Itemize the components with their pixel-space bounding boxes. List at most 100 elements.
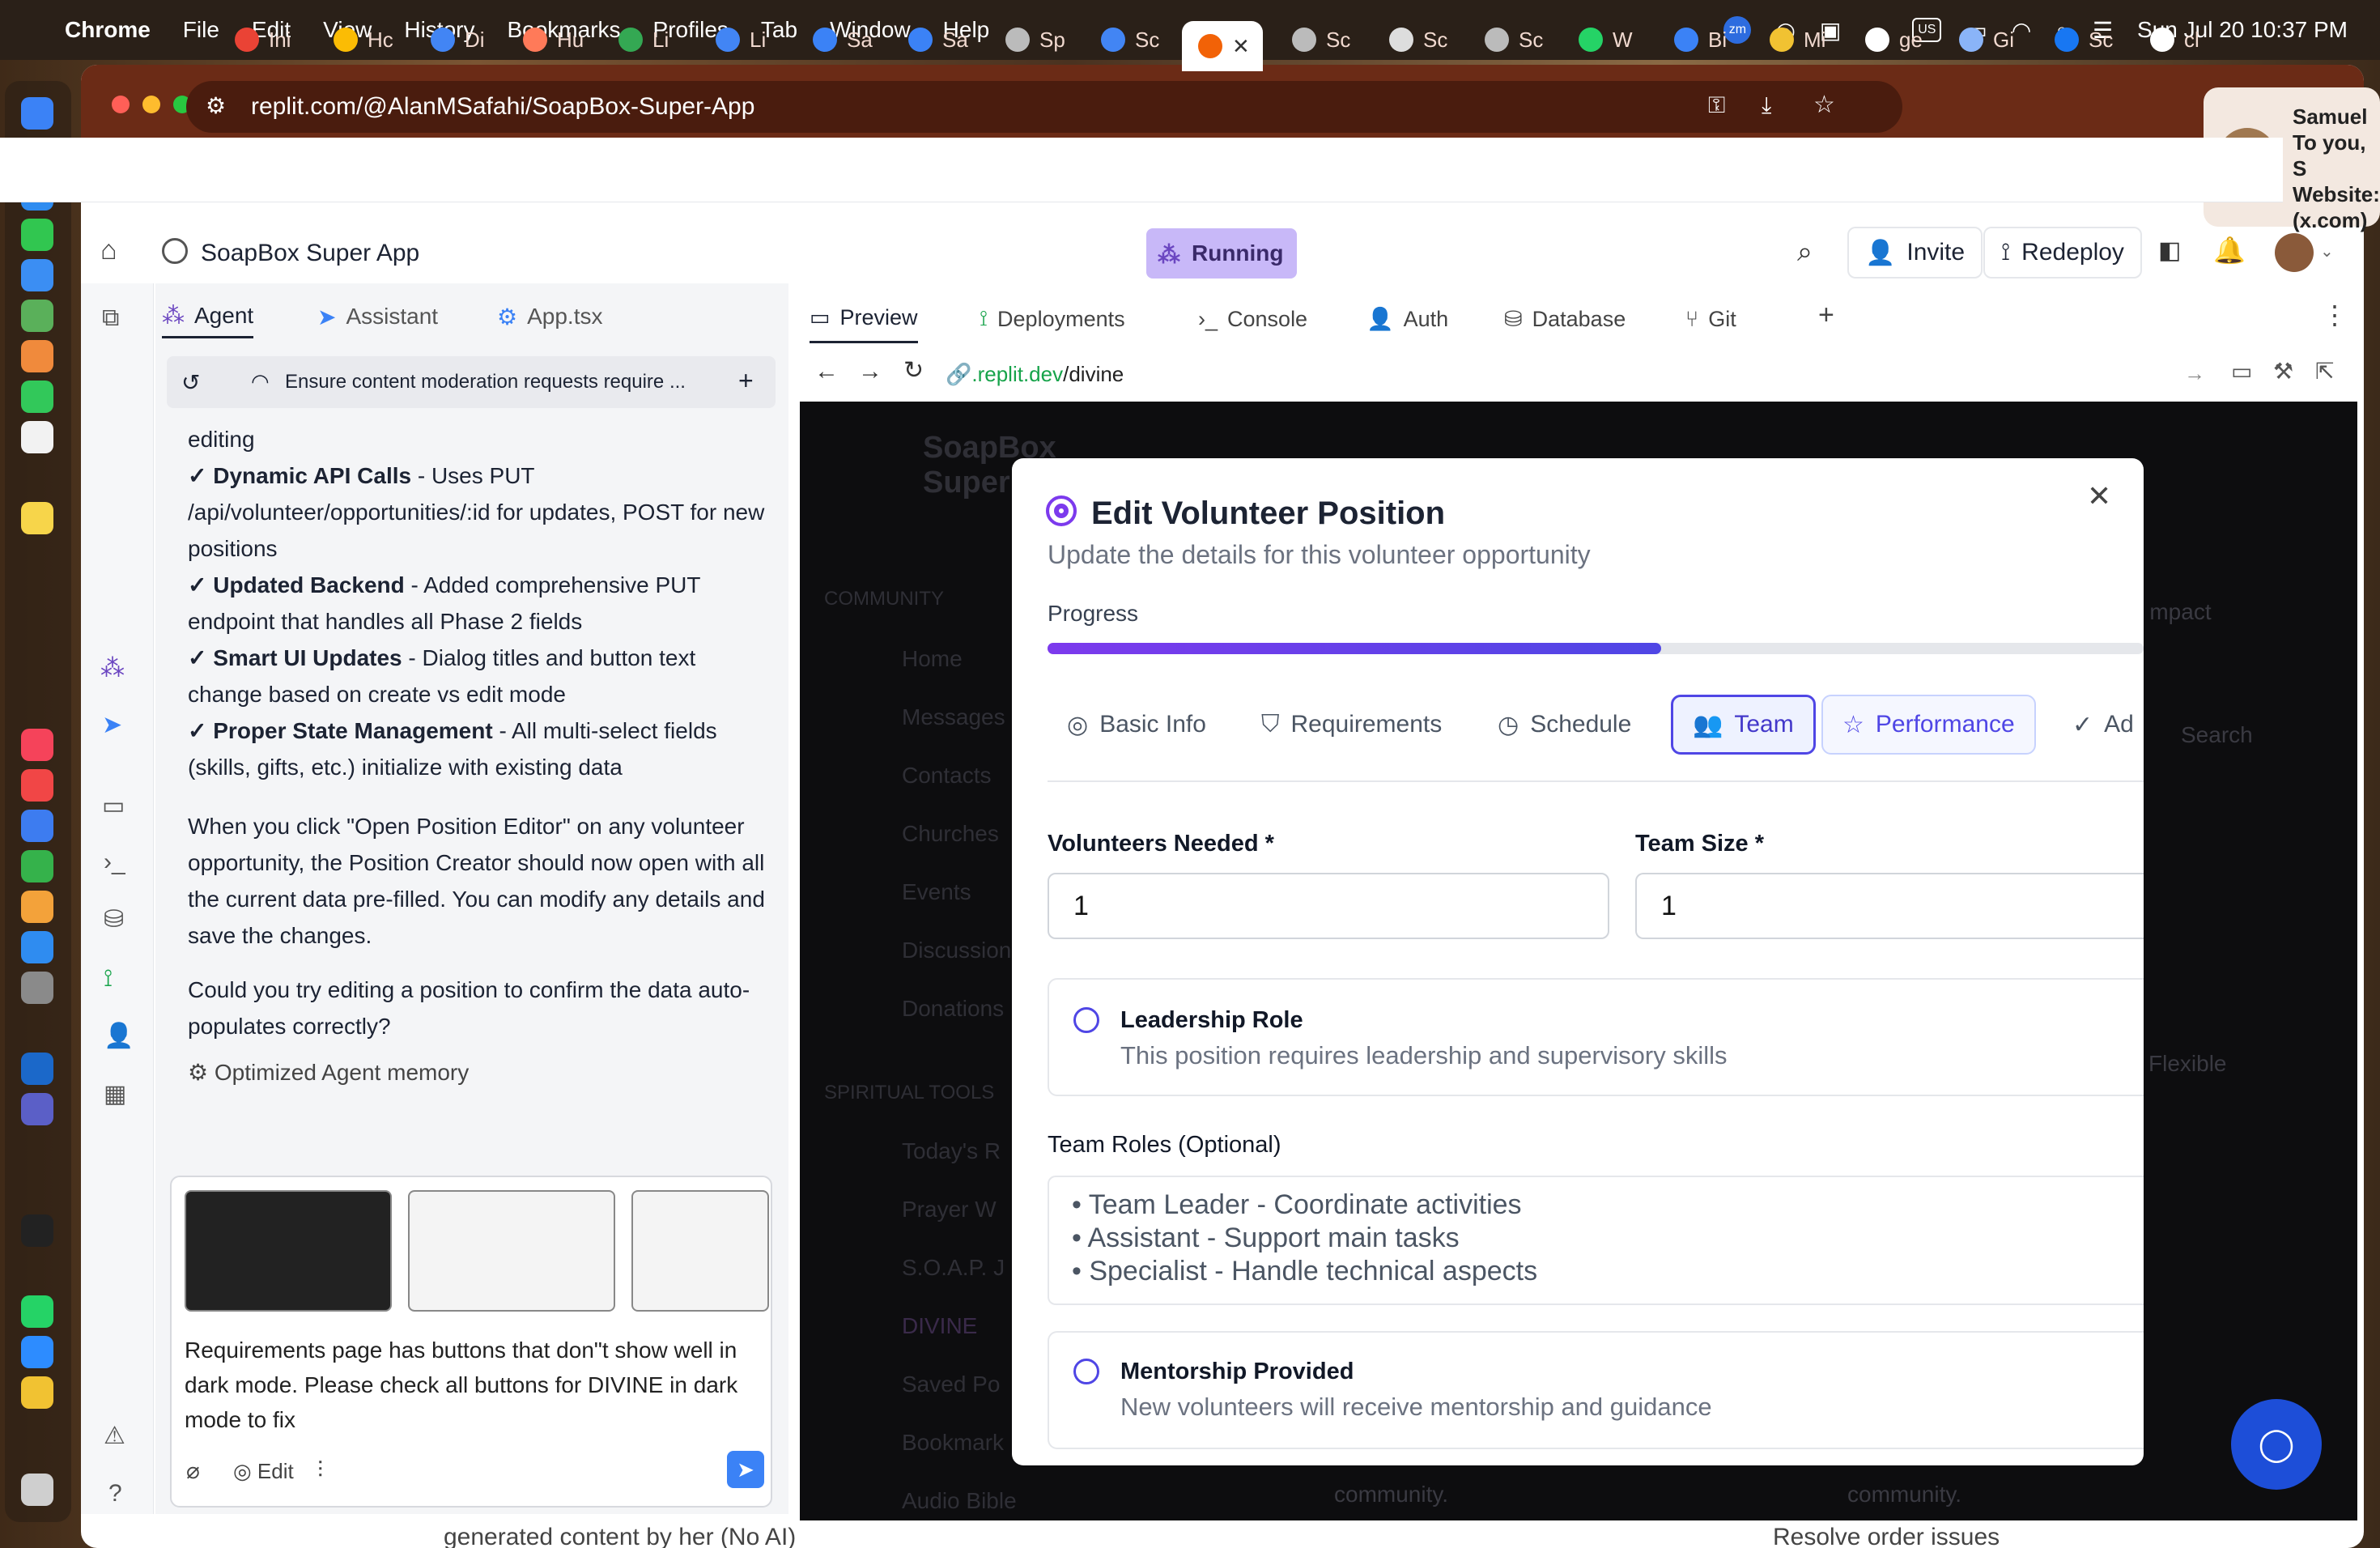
preview-reload-icon[interactable]: ↻ [903,356,924,385]
browser-tab[interactable]: Di [431,19,485,60]
browser-tab[interactable]: Li [716,19,766,60]
redeploy-button[interactable]: ⟟ Redeploy [1983,227,2142,279]
tab-deployments[interactable]: ⟟ Deployments [980,295,1125,343]
history-icon[interactable]: ↺ [181,369,200,396]
tab-git[interactable]: ⑂ Git [1685,295,1736,343]
keynote-icon[interactable] [21,810,53,842]
edit-mode-button[interactable]: ◎ Edit [233,1459,294,1484]
messages-icon[interactable] [21,219,53,251]
facetime-icon[interactable] [21,381,53,413]
news-icon[interactable] [21,769,53,802]
close-tab-icon[interactable]: ✕ [1232,34,1250,59]
tab-auth[interactable]: 👤 Auth [1366,295,1448,343]
tab-team[interactable]: 👥 Team [1671,695,1816,755]
browser-tab[interactable]: ge [1865,19,1923,60]
browser-tab[interactable]: Sc [2055,19,2113,60]
browser-tab[interactable]: cl [2150,19,2199,60]
tab-performance[interactable]: ☆ Performance [1821,695,2036,755]
search-icon[interactable]: ⌕ [1797,236,1813,268]
zoom-icon[interactable]: zm [1723,16,1752,44]
new-task-icon[interactable]: + [738,366,754,396]
finder-icon[interactable] [21,97,53,130]
whatsapp-icon[interactable] [21,1295,53,1328]
browser-tab[interactable]: W [1579,19,1633,60]
browser-tab[interactable]: Hc [334,19,393,60]
browser-tab[interactable]: Sa [813,19,873,60]
tab-agent[interactable]: ⁂ Agent [162,295,254,338]
preview-rail-icon[interactable]: ▭ [102,792,125,820]
chat-bubble-button[interactable]: ◯ [2231,1399,2322,1490]
outlook-dock-icon[interactable] [21,1053,53,1085]
leadership-role-option[interactable]: Leadership Role This position requires l… [1048,978,2144,1096]
browser-tab[interactable]: Mi [1770,19,1825,60]
more-options-icon[interactable]: ⋮ [2322,300,2348,330]
preview-forward-icon[interactable]: → [858,358,882,385]
multiplayer-icon[interactable]: ◧ [2158,236,2181,265]
menu-app-name[interactable]: Chrome [65,17,151,43]
install-icon[interactable]: ⤓ [1762,92,1771,119]
browser-tab[interactable]: Sp [1005,19,1065,60]
auth-rail-icon[interactable]: 👤 [104,1022,134,1050]
user-avatar[interactable] [2275,233,2314,272]
browser-tab[interactable]: Bi [1674,19,1727,60]
trash-icon[interactable] [21,1474,53,1506]
tab-preview[interactable]: ▭ Preview [810,295,918,343]
sliders-icon[interactable]: ⫶ [317,1457,323,1484]
browser-tab-active[interactable]: ✕ [1182,21,1263,71]
menu-file[interactable]: File [183,17,219,43]
tab-schedule[interactable]: ◷ Schedule [1478,695,1651,755]
browser-tab[interactable]: Gi [1959,19,2014,60]
browser-tab[interactable]: Sc [1389,19,1447,60]
database-rail-icon[interactable]: ⛁ [104,905,124,933]
tab-additional[interactable]: ✓ Ad [2053,695,2144,755]
task-header[interactable]: ↺ ◠ Ensure content moderation requests r… [167,356,776,408]
browser-tab[interactable]: Sc [1485,19,1543,60]
files-panel-icon[interactable]: ⧉ [102,304,119,332]
close-window-button[interactable] [112,96,130,113]
browser-tab[interactable]: Sc [1101,19,1159,60]
tab-database[interactable]: ⛁ Database [1504,295,1626,343]
close-icon[interactable]: ✕ [2087,479,2111,513]
chat-input-text[interactable]: Requirements page has buttons that don"t… [185,1333,767,1437]
browser-tab[interactable]: Hu [523,19,584,60]
tab-app-tsx[interactable]: ⚙ App.tsx [497,295,603,338]
all-tools-icon[interactable]: ▦ [104,1080,126,1108]
tab-requirements[interactable]: ⛉ Requirements [1242,695,1461,755]
mail-icon[interactable] [21,259,53,291]
invite-button[interactable]: 👤 Invite [1847,227,1983,279]
open-new-tab-icon[interactable]: ⇱ [2315,358,2334,385]
agent-rail-icon[interactable]: ⁂ [100,654,125,683]
pages-icon[interactable] [21,891,53,923]
attach-icon[interactable]: ⌀ [186,1457,200,1484]
attachment-thumbnail[interactable] [631,1190,769,1312]
alerts-rail-icon[interactable]: ⚠ [104,1422,125,1450]
project-name[interactable]: SoapBox Super App [201,240,419,267]
address-bar[interactable]: ⚙ replit.com/@AlanMSafahi/SoapBox-Super-… [186,81,1902,133]
attachment-thumbnail[interactable] [185,1190,392,1312]
deployments-rail-icon[interactable]: ⟟ [104,965,113,993]
settings-icon[interactable] [21,972,53,1004]
zoom-dock-icon[interactable] [21,1336,53,1368]
appstore-icon[interactable] [21,931,53,963]
browser-tab[interactable]: Sc [1292,19,1350,60]
numbers-icon[interactable] [21,850,53,882]
tab-basic-info[interactable]: ◎ Basic Info [1048,695,1226,755]
browser-tab[interactable]: Li [618,19,669,60]
help-icon[interactable]: ? [108,1480,122,1508]
chrome-dock-icon[interactable] [21,1376,53,1409]
menu-tab[interactable]: Tab [761,17,797,43]
team-size-input[interactable]: 1 [1635,873,2144,939]
run-status-button[interactable]: ⁂ Running [1146,228,1297,279]
tab-console[interactable]: ›_ Console [1198,295,1307,343]
chevron-down-icon[interactable]: ⌄ [2320,241,2334,262]
tab-assistant[interactable]: ➤ Assistant [317,295,438,338]
bookmark-star-icon[interactable]: ☆ [1813,91,1835,119]
volunteers-needed-input[interactable]: 1 [1048,873,1609,939]
browser-tab[interactable]: Sa [908,19,968,60]
attachment-thumbnail[interactable] [408,1190,615,1312]
add-tab-icon[interactable]: + [1818,300,1834,331]
site-settings-icon[interactable]: ⚙ [206,92,226,119]
notes-icon[interactable] [21,502,53,534]
team-roles-textarea[interactable]: • Team Leader - Coordinate activities • … [1048,1176,2144,1305]
password-key-icon[interactable]: ⚿ [1708,92,1725,119]
